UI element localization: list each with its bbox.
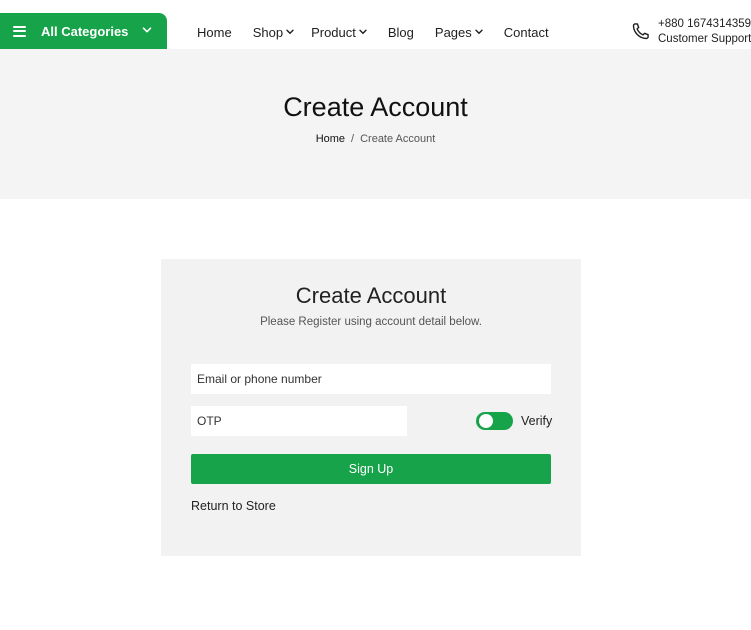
all-categories-label: All Categories (41, 23, 129, 39)
nav-home[interactable]: Home (197, 25, 232, 40)
phone-icon (632, 23, 649, 40)
return-to-store-link[interactable]: Return to Store (191, 499, 276, 513)
nav-blog-label: Blog (387, 24, 414, 40)
email-or-phone-input[interactable] (191, 364, 551, 394)
support-phone: +880 1674314359 (658, 18, 751, 30)
page-title: Create Account (283, 92, 468, 122)
form-subtitle: Please Register using account detail bel… (260, 316, 482, 328)
nav-pages-label: Pages (434, 24, 472, 40)
chevron-down-icon (142, 27, 152, 33)
nav-contact[interactable]: Contact (504, 25, 549, 40)
otp-input[interactable] (191, 406, 407, 436)
breadcrumb-separator: / (351, 133, 355, 145)
sign-up-button[interactable]: Sign Up (191, 454, 551, 484)
breadcrumb: Home / Create Account (0, 133, 751, 145)
nav-blog[interactable]: Blog (388, 25, 414, 40)
site-header: All Categories Home Shop Product Blog Pa… (0, 0, 751, 49)
nav-shop-label: Shop (252, 24, 284, 40)
form-title: Create Account (295, 283, 447, 308)
verify-toggle[interactable] (476, 412, 513, 430)
nav-shop[interactable]: Shop (253, 25, 294, 40)
verify-label: Verify (521, 414, 553, 428)
chevron-down-icon (359, 29, 367, 35)
nav-contact-label: Contact (503, 24, 549, 40)
main-nav: Home Shop Product Blog Pages Contact (197, 24, 570, 40)
page-banner: Create Account Home / Create Account (0, 49, 751, 199)
nav-product[interactable]: Product (311, 25, 367, 40)
support-label: Customer Support (658, 33, 751, 45)
breadcrumb-home[interactable]: Home (316, 133, 345, 145)
nav-home-label: Home (197, 24, 232, 40)
nav-pages[interactable]: Pages (435, 25, 483, 40)
register-card: Create Account Please Register using acc… (161, 259, 581, 556)
chevron-down-icon (475, 29, 483, 35)
nav-product-label: Product (311, 24, 356, 40)
support-text: +880 1674314359 Customer Support (658, 17, 751, 47)
chevron-down-icon (286, 29, 294, 35)
customer-support[interactable]: +880 1674314359 Customer Support (631, 17, 751, 47)
hamburger-icon (13, 25, 26, 37)
toggle-knob (479, 414, 493, 428)
breadcrumb-current: Create Account (360, 133, 436, 145)
all-categories-button[interactable]: All Categories (0, 13, 167, 49)
